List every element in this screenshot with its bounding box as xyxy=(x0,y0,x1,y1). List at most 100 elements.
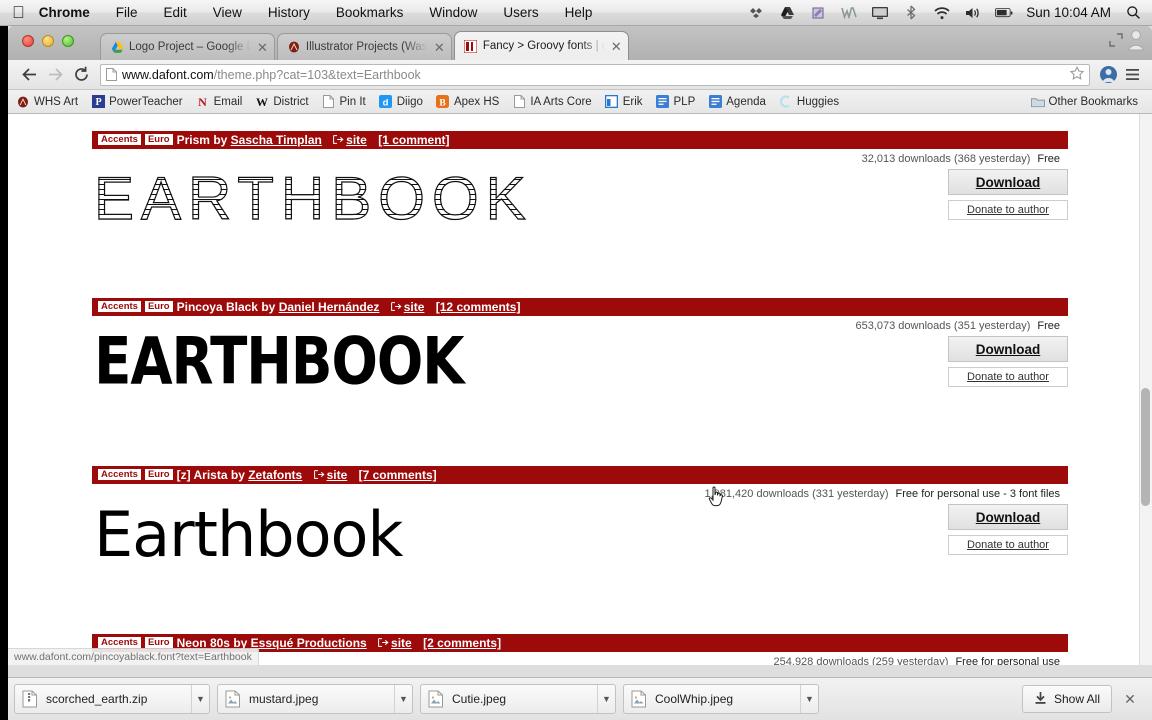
menu-item-chrome[interactable]: Chrome xyxy=(39,5,90,20)
scrollbar-thumb[interactable] xyxy=(1141,388,1150,506)
window-icon xyxy=(605,95,619,109)
tag-accents[interactable]: Accents xyxy=(98,469,141,480)
google-drive-icon[interactable] xyxy=(778,5,796,21)
tab-logo-project[interactable]: Logo Project – Google Drive ✕ xyxy=(100,33,275,60)
tag-euro[interactable]: Euro xyxy=(144,469,173,480)
menubar-clock[interactable]: Sun 10:04 AM xyxy=(1026,5,1111,20)
window-controls[interactable] xyxy=(22,35,74,47)
menu-item-bookmarks[interactable]: Bookmarks xyxy=(336,5,404,20)
chevron-down-icon[interactable]: ▼ xyxy=(597,685,615,713)
font-comments-link[interactable]: [12 comments] xyxy=(436,300,521,314)
profile-avatar-icon[interactable] xyxy=(1126,28,1148,54)
forward-arrow-icon[interactable] xyxy=(42,63,68,87)
bookmark-huggies[interactable]: Huggies xyxy=(779,95,839,109)
close-icon[interactable]: ✕ xyxy=(1120,691,1140,708)
back-arrow-icon[interactable] xyxy=(16,63,42,87)
site-link-wrap[interactable]: site xyxy=(378,636,412,650)
page-scrollbar[interactable] xyxy=(1139,114,1152,665)
menu-item-edit[interactable]: Edit xyxy=(164,5,187,20)
menu-item-history[interactable]: History xyxy=(268,5,310,20)
close-icon[interactable]: ✕ xyxy=(434,41,445,54)
battery-icon[interactable] xyxy=(995,5,1013,21)
tag-euro[interactable]: Euro xyxy=(144,301,173,312)
font-author-link[interactable]: Daniel Hernández xyxy=(279,300,380,314)
menu-item-window[interactable]: Window xyxy=(429,5,477,20)
bookmark-email[interactable]: N Email xyxy=(196,95,242,109)
profile-badge-icon[interactable] xyxy=(1096,63,1120,87)
donate-button[interactable]: Donate to author xyxy=(948,367,1068,387)
evernote-icon[interactable] xyxy=(809,5,827,21)
download-item-coolwhip[interactable]: CoolWhip.jpeg ▼ xyxy=(623,684,819,714)
donate-button[interactable]: Donate to author xyxy=(948,535,1068,555)
chevron-down-icon[interactable]: ▼ xyxy=(394,685,412,713)
dropbox-icon[interactable] xyxy=(747,5,765,21)
wifi-icon[interactable] xyxy=(933,5,951,21)
address-bar[interactable]: www.dafont.com/theme.php?cat=103&text=Ea… xyxy=(100,63,1090,86)
font-author-link[interactable]: Sascha Timplan xyxy=(231,133,322,147)
site-link-wrap[interactable]: site xyxy=(333,133,367,147)
chevron-down-icon[interactable]: ▼ xyxy=(191,685,209,713)
font-name: [z] Arista xyxy=(176,468,228,482)
font-site-link[interactable]: site xyxy=(346,133,367,147)
tag-accents[interactable]: Accents xyxy=(98,637,141,648)
download-item-cutie[interactable]: Cutie.jpeg ▼ xyxy=(420,684,616,714)
bookmark-plp[interactable]: PLP xyxy=(656,95,695,109)
download-item-mustard[interactable]: mustard.jpeg ▼ xyxy=(217,684,413,714)
tag-euro[interactable]: Euro xyxy=(144,134,173,145)
close-icon[interactable]: ✕ xyxy=(611,40,622,53)
wacom-icon[interactable] xyxy=(840,5,858,21)
tag-accents[interactable]: Accents xyxy=(98,301,141,312)
site-link-wrap[interactable]: site xyxy=(313,468,348,482)
download-item-scorched-earth[interactable]: scorched_earth.zip ▼ xyxy=(14,684,210,714)
chevron-down-icon[interactable]: ▼ xyxy=(800,685,818,713)
download-button[interactable]: Download xyxy=(948,336,1068,362)
download-button[interactable]: Download xyxy=(948,169,1068,195)
font-author-link[interactable]: Zetafonts xyxy=(248,468,302,482)
bookmark-pin-it[interactable]: Pin It xyxy=(322,95,366,109)
close-icon[interactable]: ✕ xyxy=(257,41,268,54)
show-all-downloads-button[interactable]: Show All xyxy=(1021,685,1112,713)
volume-icon[interactable] xyxy=(964,5,982,21)
font-author-link[interactable]: Essqué Productions xyxy=(251,636,367,650)
tag-euro[interactable]: Euro xyxy=(144,637,173,648)
font-comments-link[interactable]: [7 comments] xyxy=(359,468,437,482)
download-button[interactable]: Download xyxy=(948,504,1068,530)
chrome-menu-icon[interactable] xyxy=(1120,63,1144,87)
font-preview: EARTHBOOK xyxy=(92,168,1068,229)
menu-item-users[interactable]: Users xyxy=(503,5,538,20)
tag-accents[interactable]: Accents xyxy=(98,134,141,145)
tab-illustrator-projects[interactable]: Illustrator Projects (Washin ✕ xyxy=(276,33,452,60)
donate-button[interactable]: Donate to author xyxy=(948,200,1068,220)
display-icon[interactable] xyxy=(871,5,889,21)
bookmark-whs-art[interactable]: WHS Art xyxy=(16,95,78,109)
maximize-icon[interactable] xyxy=(1108,32,1124,48)
menu-item-help[interactable]: Help xyxy=(565,5,593,20)
bookmark-agenda[interactable]: Agenda xyxy=(708,95,766,109)
bookmark-district[interactable]: W District xyxy=(255,95,308,109)
bookmark-erik[interactable]: Erik xyxy=(605,95,643,109)
bluetooth-icon[interactable] xyxy=(902,5,920,21)
spotlight-search-icon[interactable] xyxy=(1124,5,1142,21)
font-site-link[interactable]: site xyxy=(327,468,348,482)
reload-icon[interactable] xyxy=(68,63,94,87)
close-window-button[interactable] xyxy=(22,35,34,47)
tab-dafont-fancy-groovy[interactable]: Fancy > Groovy fonts | daf ✕ xyxy=(453,31,629,60)
bookmark-label: Agenda xyxy=(726,95,766,108)
apple-logo-icon[interactable]:  xyxy=(12,4,25,21)
bookmark-powerteacher[interactable]: P PowerTeacher xyxy=(91,95,183,109)
minimize-window-button[interactable] xyxy=(42,35,54,47)
font-site-link[interactable]: site xyxy=(404,300,425,314)
bookmark-apex-hs[interactable]: B Apex HS xyxy=(436,95,499,109)
font-comments-link[interactable]: [1 comment] xyxy=(378,133,449,147)
bookmark-diigo[interactable]: d Diigo xyxy=(379,95,423,109)
bookmark-star-icon[interactable] xyxy=(1069,65,1085,83)
url-host: www.dafont.com xyxy=(122,67,214,82)
bookmark-other-bookmarks[interactable]: Other Bookmarks xyxy=(1030,95,1138,109)
menu-item-view[interactable]: View xyxy=(213,5,242,20)
zoom-window-button[interactable] xyxy=(62,35,74,47)
font-comments-link[interactable]: [2 comments] xyxy=(423,636,501,650)
font-site-link[interactable]: site xyxy=(391,636,412,650)
site-link-wrap[interactable]: site xyxy=(390,300,425,314)
menu-item-file[interactable]: File xyxy=(116,5,138,20)
bookmark-ia-arts-core[interactable]: IA Arts Core xyxy=(512,95,592,109)
